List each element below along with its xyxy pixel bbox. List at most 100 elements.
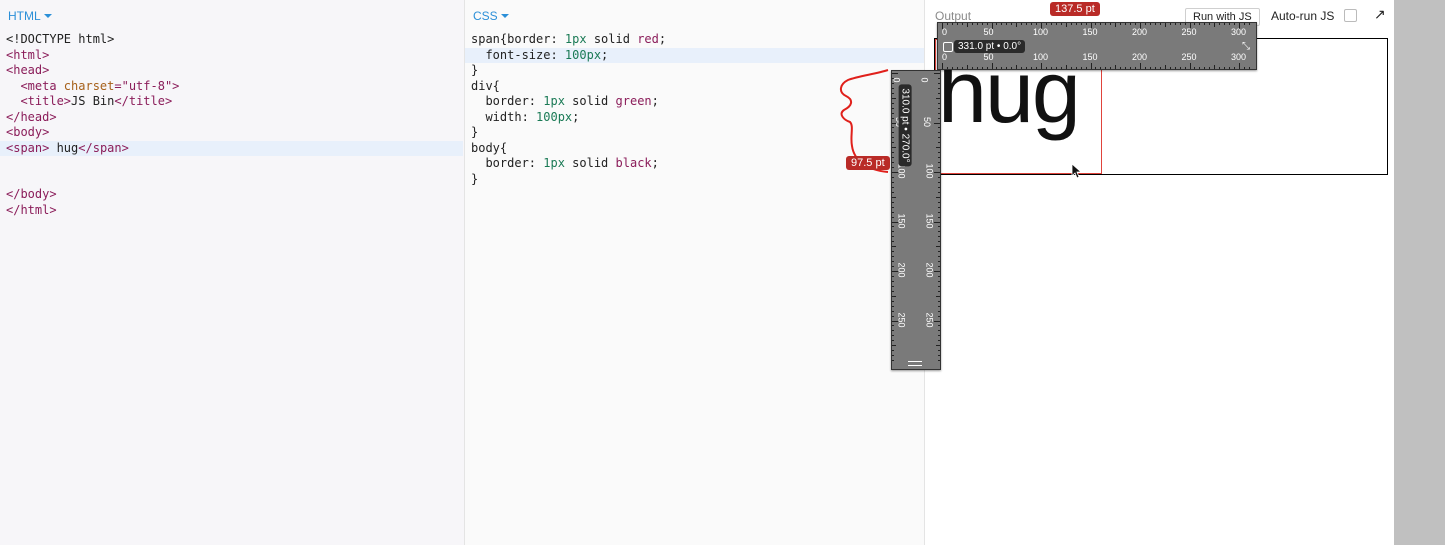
code-line[interactable]: <!DOCTYPE html>	[0, 32, 463, 48]
ruler-label: 200	[1132, 52, 1148, 62]
ruler-tick	[938, 360, 940, 362]
ruler-tick	[892, 295, 896, 297]
ruler-tick	[1154, 23, 1156, 25]
ruler-tick	[1060, 67, 1062, 69]
code-line[interactable]: span{border: 1px solid red;	[465, 32, 924, 48]
ruler-tick	[892, 211, 894, 213]
code-token: <body>	[6, 125, 50, 139]
ruler-tick	[938, 92, 940, 94]
ruler-label: 300	[1231, 27, 1247, 37]
ruler-tick	[938, 256, 940, 258]
ruler-tick	[1065, 23, 1067, 27]
code-line[interactable]	[0, 156, 463, 172]
ruler-tick	[938, 251, 940, 253]
ruler-tick	[938, 167, 940, 169]
css-panel-dropdown[interactable]: CSS	[473, 9, 509, 23]
ruler-tick	[892, 107, 894, 109]
expand-icon[interactable]: ⤡	[1242, 41, 1250, 52]
ruler-tick	[938, 186, 940, 188]
horizontal-ruler[interactable]: 0 50 100 150 200 250 300 0 50 100 150 200 250 300 33…	[937, 22, 1257, 70]
ruler-tick	[1115, 23, 1117, 27]
code-line[interactable]: <head>	[0, 63, 463, 79]
ruler-tick	[938, 206, 940, 208]
autorun-checkbox[interactable]	[1344, 9, 1357, 22]
ruler-tick	[1169, 23, 1171, 25]
code-line[interactable]: <body>	[0, 125, 463, 141]
vertical-ruler[interactable]: 050100150200250 050100150200250 310.0 pt…	[891, 70, 941, 370]
ruler-tick	[892, 335, 894, 337]
ruler-tick	[892, 246, 896, 248]
ruler-tick	[892, 345, 896, 347]
code-line[interactable]: font-size: 100px;	[465, 47, 924, 63]
ruler-tick	[1026, 67, 1028, 69]
code-line[interactable]: </html>	[0, 203, 463, 219]
ruler-tick	[938, 87, 940, 89]
ruler-tick	[934, 271, 940, 272]
ruler-tick	[938, 191, 940, 193]
ruler-tick	[934, 73, 940, 74]
code-token: JS Bin	[71, 94, 115, 108]
ruler-tick	[1169, 67, 1171, 69]
ruler-tick	[1229, 23, 1231, 25]
ruler-tick	[1016, 65, 1018, 69]
ruler-tick	[1105, 67, 1107, 69]
code-token: </head>	[6, 109, 57, 124]
ruler-tick	[1159, 67, 1161, 69]
code-line[interactable]: </head>	[0, 110, 463, 126]
vertical-ruler-readout: 310.0 pt • 270.0°	[898, 84, 912, 167]
ruler-tick	[951, 23, 953, 25]
ruler-tick	[892, 310, 894, 312]
code-token: }	[471, 171, 479, 186]
html-panel-dropdown[interactable]: HTML	[8, 9, 52, 23]
ruler-tick	[892, 176, 894, 178]
ruler-tick	[1045, 67, 1047, 69]
ruler-tick	[1050, 67, 1052, 69]
code-line[interactable]: <title>JS Bin</title>	[0, 94, 463, 110]
popout-arrow-icon[interactable]: ↗	[1374, 6, 1386, 23]
ruler-tick	[938, 157, 940, 159]
css-panel-label: CSS	[473, 9, 498, 23]
ruler-tick	[1110, 23, 1112, 25]
code-line[interactable]: <meta charset="utf-8">	[0, 79, 463, 95]
ruler-tick	[892, 340, 894, 342]
ruler-tick	[938, 142, 940, 144]
html-code-editor[interactable]: <!DOCTYPE html> <html> <head> <meta charse…	[0, 32, 463, 218]
ruler-tick	[938, 82, 940, 84]
drag-handle-icon[interactable]	[908, 361, 922, 366]
ruler-tick	[1026, 23, 1028, 25]
ruler-tick	[892, 280, 894, 282]
ruler-tick	[1065, 65, 1067, 69]
code-line[interactable]: </body>	[0, 187, 463, 203]
code-line[interactable]: <html>	[0, 48, 463, 64]
ruler-tick	[938, 355, 940, 357]
ruler-tick	[892, 285, 894, 287]
ruler-tick	[1164, 65, 1166, 69]
right-gutter	[1394, 0, 1445, 545]
ruler-tick	[1184, 67, 1186, 69]
ruler-tick	[1194, 23, 1196, 25]
ruler-tick	[934, 122, 940, 124]
ruler-tick	[1194, 67, 1196, 69]
ruler-tick	[1011, 67, 1013, 69]
ruler-tick	[1006, 67, 1008, 69]
ruler-tick	[938, 132, 940, 134]
code-line[interactable]	[0, 172, 463, 188]
ruler-tick	[1031, 67, 1033, 69]
ruler-label: 50	[983, 52, 994, 62]
ruler-tick	[1055, 67, 1057, 69]
ruler-tick	[938, 261, 940, 263]
ruler-tick	[892, 231, 894, 233]
ruler-tick	[938, 325, 940, 327]
code-line[interactable]: <span> hug</span>	[0, 140, 463, 156]
ruler-label: 0	[942, 52, 948, 62]
html-panel-label: HTML	[8, 9, 41, 23]
ruler-tick	[892, 256, 894, 258]
ruler-tick	[1125, 23, 1127, 25]
ruler-tick	[961, 67, 963, 69]
ruler-tick	[991, 63, 993, 69]
ruler-tick	[892, 167, 894, 169]
ruler-tick	[1041, 63, 1042, 69]
ruler-label: 250	[924, 311, 935, 328]
ruler-tick	[892, 82, 894, 84]
code-token: width:	[471, 109, 537, 124]
